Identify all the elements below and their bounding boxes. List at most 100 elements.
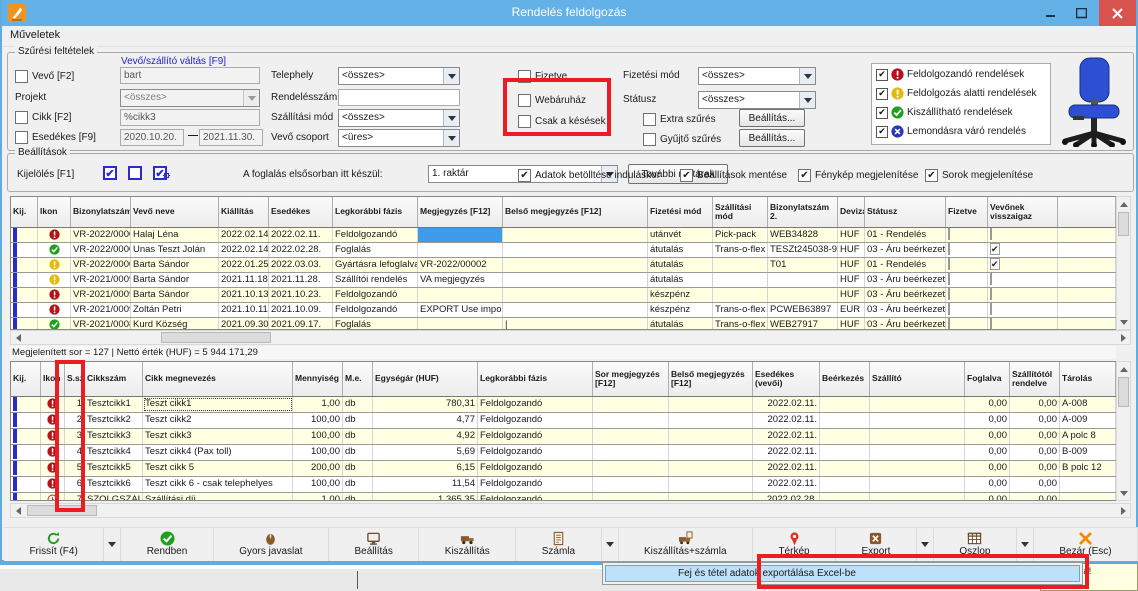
visszaigazolva-checkbox[interactable]	[988, 318, 1058, 330]
settings-checkbox[interactable]: ✔Fénykép megjelenítése	[798, 169, 918, 182]
row-select-checkbox[interactable]	[11, 228, 38, 242]
scroll-left-icon[interactable]	[11, 504, 25, 517]
fizetve-checkbox[interactable]	[946, 273, 988, 287]
scroll-left-icon[interactable]	[11, 331, 25, 344]
table-row[interactable]: VR-2022/00005Halaj Léna2022.02.14.2022.0…	[11, 228, 1116, 243]
scroll-thumb[interactable]	[1118, 377, 1129, 407]
items-vscrollbar[interactable]	[1116, 361, 1131, 501]
column-header[interactable]	[1058, 197, 1116, 227]
rendben-button[interactable]: Rendben	[121, 528, 214, 561]
customer-supplier-switch-link[interactable]: Vevő/szállító váltás [F9]	[121, 56, 226, 67]
table-row[interactable]: 4Tesztcikk4Teszt cikk4 (Pax toll)100,00d…	[11, 445, 1116, 461]
table-row[interactable]: VR-2021/00090Zoltán Petri2021.10.11.2021…	[11, 303, 1116, 318]
table-row[interactable]: 2Tesztcikk2Teszt cikk2100,00db4,77Feldol…	[11, 413, 1116, 429]
fizetve-checkbox[interactable]	[946, 243, 988, 257]
fizetve-checkbox[interactable]	[946, 228, 988, 242]
telephely-select[interactable]: <összes>	[338, 67, 460, 85]
row-select-checkbox[interactable]	[11, 477, 41, 492]
vevo-input[interactable]: bart	[120, 67, 260, 84]
column-header[interactable]: Sor megjegyzés [F12]	[593, 362, 669, 396]
table-row[interactable]: VR-2022/00002Barta Sándor2022.01.25.2022…	[11, 258, 1116, 273]
settings-checkbox[interactable]: ✔Sorok megjelenítése	[925, 169, 1033, 182]
cikk-input[interactable]: %cikk3	[120, 109, 260, 126]
esedekes-to-input[interactable]: 2021.11.30.	[199, 129, 263, 146]
items-hscrollbar[interactable]	[10, 503, 1131, 518]
orders-vscrollbar[interactable]	[1116, 196, 1131, 330]
extra-szures-checkbox[interactable]: Extra szűrés	[643, 113, 716, 126]
kiszállítás+számla-button[interactable]: Kiszállítás+számla	[619, 528, 753, 561]
visszaigazolva-checkbox[interactable]	[988, 228, 1058, 242]
column-header[interactable]: Vevőnek visszaigaz	[988, 197, 1058, 227]
visszaigazolva-checkbox[interactable]	[988, 288, 1058, 302]
deselect-all-checkbox-icon[interactable]	[128, 166, 142, 180]
számla-button[interactable]: Számla	[516, 528, 601, 561]
scroll-up-icon[interactable]	[1117, 362, 1130, 376]
column-header[interactable]: Egységár (HUF)	[373, 362, 478, 396]
column-header[interactable]: Kij.	[11, 197, 38, 227]
row-select-checkbox[interactable]	[11, 445, 41, 460]
szallitasi-mod-select[interactable]: <összes>	[338, 109, 460, 127]
visszaigazolva-checkbox[interactable]	[988, 273, 1058, 287]
column-header[interactable]: Belső megjegyzés [F12]	[669, 362, 753, 396]
visszaigazolva-checkbox[interactable]	[988, 303, 1058, 317]
chevron-down-icon[interactable]	[104, 528, 121, 561]
row-select-checkbox[interactable]	[11, 397, 41, 412]
column-header[interactable]: Megjegyzés [F12]	[418, 197, 503, 227]
kiszállítás-button[interactable]: Kiszállítás	[419, 528, 516, 561]
table-row[interactable]: 6Tesztcikk6Teszt cikk 6 - csak telephely…	[11, 477, 1116, 493]
orders-hscrollbar[interactable]	[10, 330, 1131, 345]
table-row[interactable]: 5Tesztcikk5Teszt cikk 5200,00db6,15Feldo…	[11, 461, 1116, 477]
column-header[interactable]: Vevő neve	[131, 197, 219, 227]
legend-checkbox[interactable]: ✔	[876, 126, 888, 138]
vevo-csoport-select[interactable]: <üres>	[338, 129, 460, 147]
select-filtered-checkbox-icon[interactable]: ✔	[153, 166, 167, 180]
settings-checkbox[interactable]: ✔Beállítások mentése	[680, 169, 787, 182]
row-select-checkbox[interactable]	[11, 303, 38, 317]
table-row[interactable]: VR-2021/00091Barta Sándor2021.10.13.2021…	[11, 288, 1116, 303]
vevo-checkbox[interactable]: Vevő [F2]	[15, 70, 74, 83]
rendelesszam-input[interactable]	[338, 89, 460, 106]
gyujto-szures-beallitas-button[interactable]: Beállítás...	[739, 129, 805, 147]
column-header[interactable]: Legkorábbi fázis	[478, 362, 593, 396]
fizetesi-mod-select[interactable]: <összes>	[698, 67, 816, 85]
chevron-down-icon[interactable]	[602, 528, 619, 561]
column-header[interactable]: Bizonylatszám	[71, 197, 131, 227]
scroll-thumb[interactable]	[1118, 212, 1129, 236]
statusz-select[interactable]: <összes>	[698, 91, 816, 109]
column-header[interactable]: Legkorábbi fázis	[333, 197, 418, 227]
column-header[interactable]: Mennyiség	[293, 362, 343, 396]
scroll-down-icon[interactable]	[1117, 486, 1130, 500]
row-select-checkbox[interactable]	[11, 288, 38, 302]
legend-checkbox[interactable]: ✔	[876, 88, 888, 100]
row-select-checkbox[interactable]	[11, 413, 41, 428]
column-header[interactable]: Ikon	[38, 197, 71, 227]
table-row[interactable]: VR-2021/00094Barta Sándor2021.11.18.2021…	[11, 273, 1116, 288]
row-select-checkbox[interactable]	[11, 493, 41, 501]
column-header[interactable]: Szállítási mód	[713, 197, 768, 227]
maximize-button[interactable]	[1066, 0, 1096, 26]
column-header[interactable]: Fizetési mód	[648, 197, 713, 227]
fizetve-checkbox[interactable]	[946, 303, 988, 317]
esedekes-from-input[interactable]: 2020.10.20.	[120, 129, 184, 146]
column-header[interactable]: Bizonylatszám 2.	[768, 197, 838, 227]
table-row[interactable]: 3Tesztcikk3Teszt cikk3100,00db4,92Feldol…	[11, 429, 1116, 445]
column-header[interactable]: Tárolás	[1060, 362, 1116, 396]
projekt-select[interactable]: <összes>	[120, 89, 260, 107]
row-select-checkbox[interactable]	[11, 243, 38, 257]
column-header[interactable]: Kiállítás	[219, 197, 269, 227]
scroll-right-icon[interactable]	[1116, 331, 1130, 344]
scroll-up-icon[interactable]	[1117, 197, 1130, 211]
column-header[interactable]: Esedékes (vevői)	[753, 362, 820, 396]
frissít-f4--button[interactable]: Frissít (F4)	[4, 528, 104, 561]
visszaigazolva-checkbox[interactable]: ✔	[988, 258, 1058, 272]
column-header[interactable]: Beérkezés	[820, 362, 870, 396]
visszaigazolva-checkbox[interactable]: ✔	[988, 243, 1058, 257]
fizetve-checkbox[interactable]	[946, 258, 988, 272]
scroll-right-icon[interactable]	[1116, 504, 1130, 517]
fizetve-checkbox[interactable]	[946, 318, 988, 330]
column-header[interactable]: Belső megjegyzés [F12]	[503, 197, 648, 227]
legend-checkbox[interactable]: ✔	[876, 107, 888, 119]
column-header[interactable]: Szállító	[870, 362, 965, 396]
beállítás-button[interactable]: Beállítás	[329, 528, 419, 561]
scroll-down-icon[interactable]	[1117, 315, 1130, 329]
